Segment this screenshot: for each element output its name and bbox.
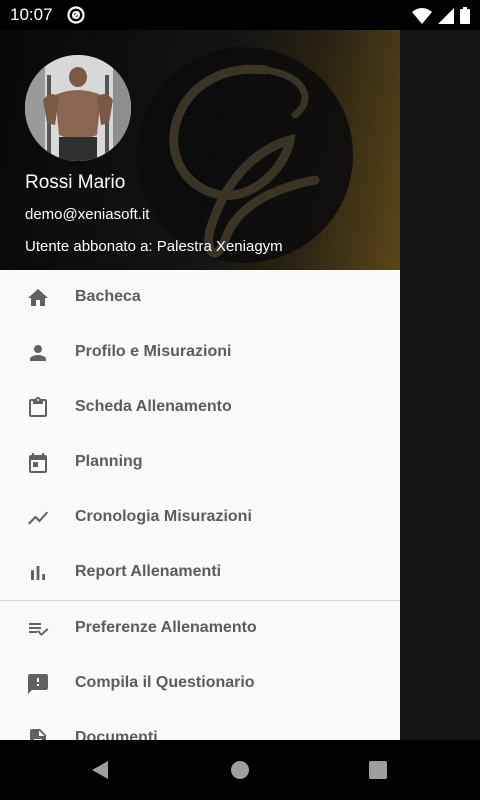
home-circle-icon[interactable]: [228, 758, 252, 782]
feedback-icon: [28, 674, 48, 694]
menu-item-questionario[interactable]: Compila il Questionario: [0, 656, 400, 711]
status-bar: 10:07: [0, 0, 480, 30]
menu-item-label: Profilo e Misurazioni: [75, 343, 232, 360]
signal-icon: [438, 7, 454, 24]
drawer-scrim[interactable]: [400, 30, 480, 740]
subscription-text: Utente abbonato a: Palestra Xeniagym: [25, 238, 283, 255]
status-time: 10:07: [10, 5, 53, 24]
person-icon: [30, 345, 46, 361]
menu-item-label: Cronologia Misurazioni: [75, 508, 252, 525]
menu-item-label: Report Allenamenti: [75, 563, 222, 580]
notification-icon: [67, 6, 85, 24]
avatar[interactable]: [25, 55, 131, 161]
menu-item-label: Bacheca: [75, 288, 141, 305]
navigation-drawer: Rossi Mario demo@xeniasoft.it Utente abb…: [0, 30, 400, 740]
menu-item-documenti[interactable]: Documenti: [0, 711, 400, 740]
user-name: Rossi Mario: [25, 172, 126, 193]
document-icon: [30, 729, 46, 740]
menu-item-label: Preferenze Allenamento: [75, 619, 257, 636]
playlist-check-icon: [29, 623, 49, 636]
menu-item-label: Planning: [75, 453, 143, 470]
menu-item-cronologia[interactable]: Cronologia Misurazioni: [0, 490, 400, 545]
clipboard-icon: [29, 397, 47, 417]
battery-icon: [460, 7, 470, 24]
avatar-photo: [25, 55, 131, 161]
trending-icon: [28, 511, 48, 525]
menu-item-preferenze[interactable]: Preferenze Allenamento: [0, 601, 400, 656]
menu-item-bacheca[interactable]: Bacheca: [0, 270, 400, 325]
menu-item-label: Documenti: [75, 729, 158, 740]
home-icon: [28, 289, 48, 306]
user-email: demo@xeniasoft.it: [25, 206, 150, 223]
bar-chart-icon: [31, 566, 45, 580]
recents-icon[interactable]: [366, 758, 390, 782]
menu-item-label: Scheda Allenamento: [75, 398, 232, 415]
back-icon[interactable]: [88, 758, 112, 782]
menu-item-planning[interactable]: Planning: [0, 435, 400, 490]
menu-item-report[interactable]: Report Allenamenti: [0, 545, 400, 600]
menu-item-scheda[interactable]: Scheda Allenamento: [0, 380, 400, 435]
gym-logo: [137, 47, 353, 263]
drawer-menu: Bacheca Profilo e Misurazioni Scheda All…: [0, 270, 400, 740]
system-nav-bar: [0, 740, 480, 800]
drawer-header: Rossi Mario demo@xeniasoft.it Utente abb…: [0, 30, 400, 270]
menu-item-profilo[interactable]: Profilo e Misurazioni: [0, 325, 400, 380]
menu-item-label: Compila il Questionario: [75, 674, 255, 691]
calendar-icon: [29, 453, 47, 473]
wifi-icon: [412, 7, 432, 24]
